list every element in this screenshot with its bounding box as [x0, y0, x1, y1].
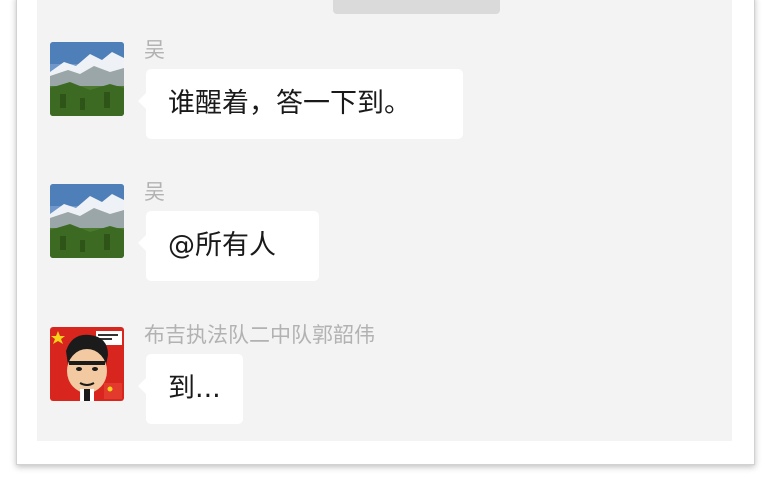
message-bubble[interactable]: 到...: [138, 354, 243, 424]
chat-message-list[interactable]: 吴 谁醒着，答一下到。 吴 @所有人 布吉执法队二中队郭韶伟 到...: [37, 0, 732, 441]
mountain-landscape-avatar[interactable]: [50, 42, 124, 116]
cartoon-man-flag-avatar[interactable]: [50, 327, 124, 401]
sender-name: 吴: [144, 180, 165, 204]
message-bubble[interactable]: 谁醒着，答一下到。: [138, 69, 463, 139]
message-bubble[interactable]: @所有人: [138, 211, 319, 281]
sender-name: 布吉执法队二中队郭韶伟: [144, 323, 375, 347]
sender-name: 吴: [144, 38, 165, 62]
timestamp-pill: [333, 0, 500, 14]
mountain-landscape-avatar[interactable]: [50, 184, 124, 258]
